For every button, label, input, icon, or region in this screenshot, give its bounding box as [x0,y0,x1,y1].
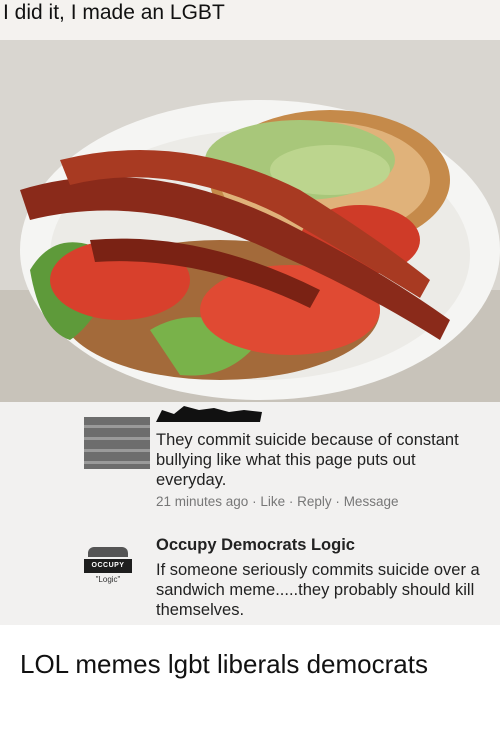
like-link[interactable]: Like [260,494,285,509]
comment-time: 21 minutes ago [156,494,249,509]
tag-line: LOL memes lgbt liberals democrats [20,649,428,679]
avatar-label: OCCUPY [84,559,132,573]
avatar-caption: "Logic" [95,575,121,584]
meme-image: I did it, I made an LGBT They commit sui… [0,0,500,625]
redacted-name [156,406,262,422]
reply-text: If someone seriously commits suicide ove… [156,561,480,619]
separator: · [288,494,294,509]
commenter-avatar [84,417,150,469]
page-avatar: OCCUPY "Logic" [84,547,132,585]
comment-panel: They commit suicide because of constant … [0,402,500,625]
comment-meta: 21 minutes ago · Like · Reply · Message [156,494,398,509]
message-link[interactable]: Message [344,494,399,509]
meme-caption: I did it, I made an LGBT [3,1,225,24]
comment-text: They commit suicide because of constant … [156,431,459,489]
separator: · [335,494,340,509]
author-name[interactable]: Occupy Democrats Logic [156,536,355,555]
reply-link[interactable]: Reply [297,494,332,509]
separator: · [252,494,257,509]
sandwich-photo [0,40,500,402]
